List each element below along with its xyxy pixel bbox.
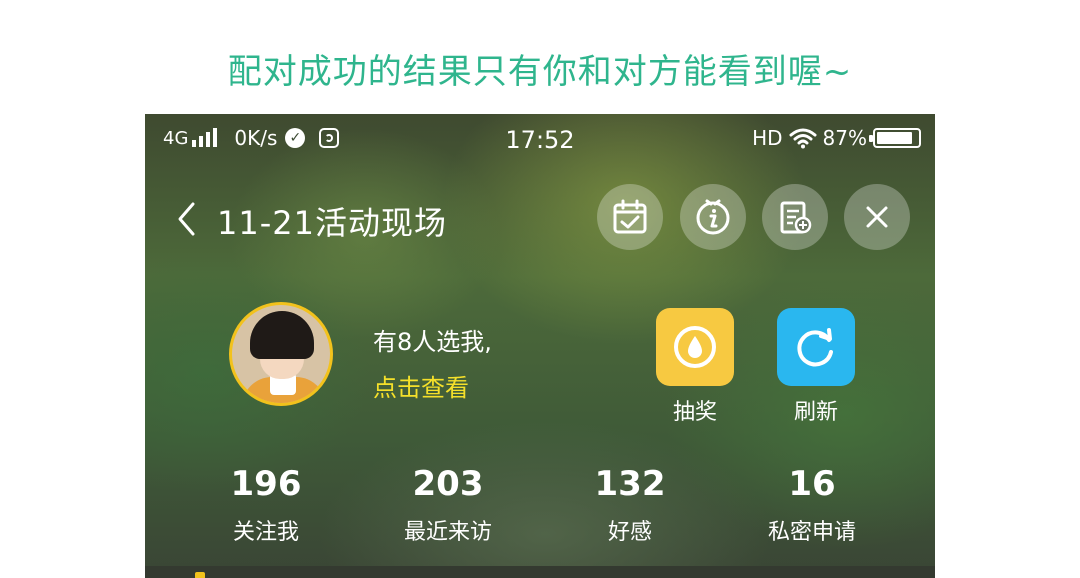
status-bar: 4G 0K/s ✓ 17:52 HD 87%	[145, 114, 935, 166]
calendar-button[interactable]	[597, 184, 663, 250]
drop-icon	[674, 326, 716, 368]
refresh-label: 刷新	[793, 400, 838, 425]
stat-label: 好感	[607, 520, 652, 545]
signup-list-button[interactable]	[762, 184, 828, 250]
clipboard-add-icon	[780, 201, 812, 234]
back-arrow-icon[interactable]	[175, 201, 199, 237]
info-button[interactable]	[680, 184, 746, 250]
stat-label: 私密申请	[767, 520, 856, 545]
close-button[interactable]	[844, 184, 910, 250]
stat-label: 最近来访	[403, 520, 492, 545]
bottom-panel-edge	[145, 566, 935, 578]
lottery-button[interactable]: 抽奖	[655, 308, 735, 426]
page-title: 11-21活动现场	[217, 204, 447, 242]
battery-icon	[869, 128, 921, 148]
stat-recent-visitors[interactable]: 203 最近来访	[357, 464, 539, 546]
avatar[interactable]	[229, 302, 333, 406]
battery-percent: 87%	[822, 126, 867, 150]
caption: 配对成功的结果只有你和对方能看到喔~	[227, 52, 853, 92]
stat-label: 关注我	[232, 520, 299, 545]
calendar-check-icon	[613, 199, 647, 234]
view-link[interactable]: 点击查看	[373, 368, 469, 403]
info-icon	[696, 199, 730, 235]
selection-message: 有8人选我,	[373, 328, 492, 356]
hd-indicator: HD	[752, 126, 783, 150]
stat-value: 196	[230, 464, 302, 504]
refresh-button[interactable]: 刷新	[776, 308, 856, 426]
stat-value: 16	[788, 464, 836, 504]
refresh-icon-tile[interactable]	[777, 308, 855, 386]
tab-indicator	[195, 572, 205, 578]
lottery-icon-tile[interactable]	[656, 308, 734, 386]
wifi-icon	[789, 128, 817, 149]
refresh-icon	[797, 328, 833, 367]
stats-row: 196 关注我 203 最近来访 132 好感 16 私密申请	[145, 464, 935, 554]
stat-value: 203	[412, 464, 484, 504]
stat-likes[interactable]: 132 好感	[539, 464, 721, 546]
stat-followers[interactable]: 196 关注我	[175, 464, 357, 546]
title-bar: 11-21活动现场	[145, 184, 935, 254]
lottery-label: 抽奖	[672, 400, 717, 425]
close-icon	[866, 206, 888, 228]
phone-screen: 4G 0K/s ✓ 17:52 HD 87% 11-21活动现场 有8人选我, …	[145, 114, 935, 578]
stat-value: 132	[594, 464, 666, 504]
stat-private-requests[interactable]: 16 私密申请	[721, 464, 903, 546]
